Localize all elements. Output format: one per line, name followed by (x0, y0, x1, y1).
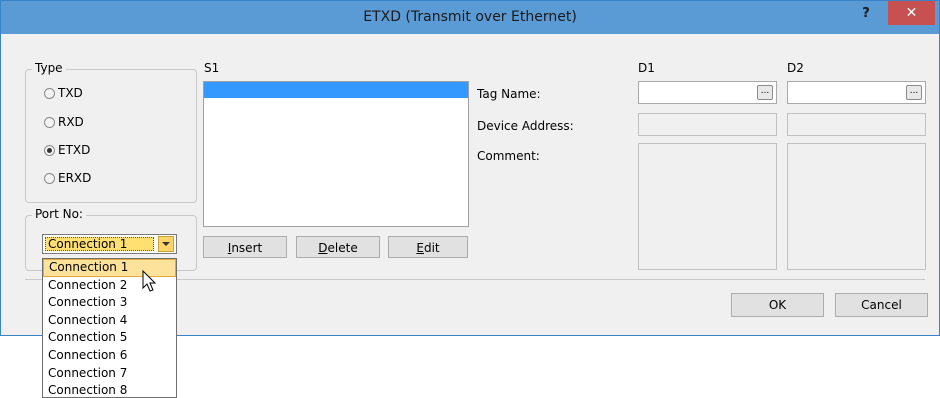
dropdown-item-connection-4[interactable]: Connection 4 (43, 312, 176, 330)
d1-comment-field (638, 143, 777, 270)
radio-rxd-circle[interactable] (44, 116, 55, 128)
radio-erxd-label: ERXD (58, 171, 92, 185)
radio-rxd-label: RXD (58, 115, 84, 129)
radio-txd-label: TXD (58, 86, 83, 100)
d1-browse-button[interactable]: ... (757, 85, 773, 100)
radio-erxd-circle[interactable] (44, 172, 55, 184)
d2-browse-button[interactable]: ... (906, 85, 922, 100)
delete-accel: D (318, 241, 328, 255)
chevron-down-icon[interactable] (158, 236, 174, 252)
d2-tag-name-field[interactable]: ... (787, 81, 926, 104)
tag-name-label: Tag Name: (477, 87, 541, 101)
s1-list[interactable] (203, 81, 469, 227)
edit-accel: E (416, 241, 424, 255)
cancel-button[interactable]: Cancel (835, 293, 928, 317)
radio-etxd-label: ETXD (58, 143, 91, 157)
close-button[interactable]: ✕ (888, 1, 935, 25)
dropdown-item-connection-3[interactable]: Connection 3 (43, 294, 176, 312)
d2-label: D2 (787, 61, 804, 75)
type-group-label: Type (32, 61, 66, 75)
delete-button[interactable]: Delete (296, 236, 380, 258)
port-no-combobox[interactable]: Connection 1 (42, 234, 177, 254)
d1-tag-name-field[interactable]: ... (638, 81, 777, 104)
radio-txd[interactable]: TXD (44, 84, 83, 102)
port-no-value: Connection 1 (45, 237, 154, 251)
dropdown-item-connection-7[interactable]: Connection 7 (43, 365, 176, 383)
insert-label: nsert (231, 241, 263, 255)
radio-txd-circle[interactable] (44, 87, 55, 99)
type-group: Type TXD RXD ETXD ERXD (25, 61, 197, 203)
radio-etxd[interactable]: ETXD (44, 141, 90, 159)
comment-label: Comment: (477, 149, 540, 163)
d2-comment-field (787, 143, 926, 270)
device-address-label: Device Address: (477, 119, 574, 133)
mouse-cursor-icon (142, 270, 157, 292)
d2-device-address-field (787, 113, 926, 136)
insert-button[interactable]: Insert (203, 236, 287, 258)
radio-rxd[interactable]: RXD (44, 113, 84, 131)
title-bar[interactable]: ETXD (Transmit over Ethernet) ? ✕ (1, 1, 939, 34)
d1-label: D1 (638, 61, 655, 75)
dropdown-item-connection-8[interactable]: Connection 8 (43, 382, 176, 397)
delete-label: elete (327, 241, 358, 255)
s1-selected-row[interactable] (204, 82, 468, 98)
ok-button[interactable]: OK (731, 293, 824, 317)
dropdown-item-connection-6[interactable]: Connection 6 (43, 347, 176, 365)
edit-label: dit (423, 241, 440, 255)
d1-device-address-field (638, 113, 777, 136)
radio-erxd[interactable]: ERXD (44, 169, 91, 187)
help-button[interactable]: ? (851, 3, 881, 25)
dropdown-item-connection-5[interactable]: Connection 5 (43, 329, 176, 347)
edit-button[interactable]: Edit (388, 236, 468, 258)
port-group-label: Port No: (32, 207, 86, 221)
s1-label: S1 (204, 61, 220, 75)
dialog-title: ETXD (Transmit over Ethernet) (363, 9, 577, 25)
radio-etxd-circle[interactable] (44, 144, 55, 156)
